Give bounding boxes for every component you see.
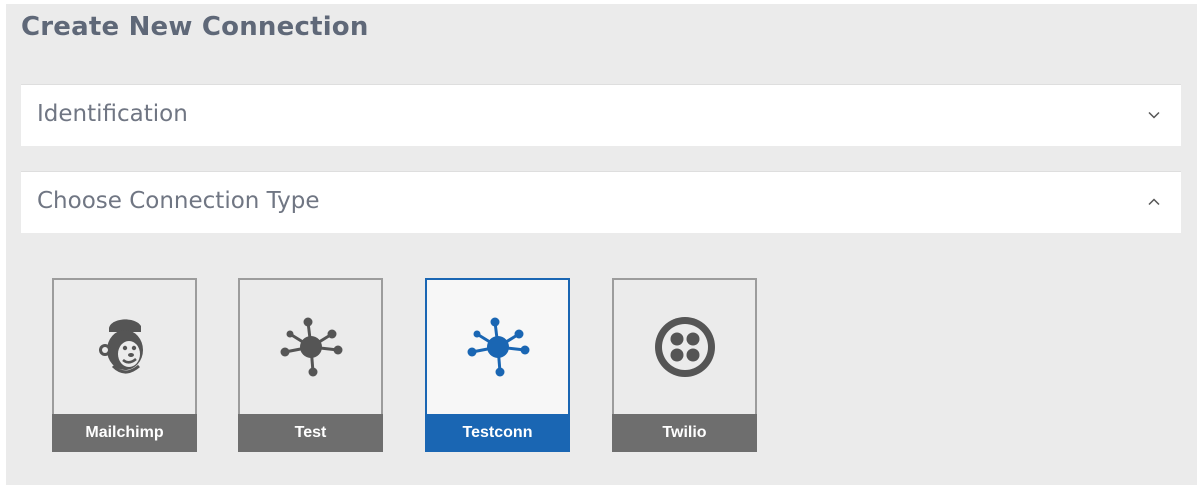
card-label-test: Test <box>238 414 383 452</box>
connection-card-mailchimp[interactable]: Mailchimp <box>52 278 197 452</box>
create-connection-panel: Create New Connection Identification Cho… <box>6 4 1197 485</box>
connection-card-test[interactable]: Test <box>238 278 383 452</box>
network-icon <box>467 317 529 377</box>
connection-card-testconn[interactable]: Testconn <box>425 278 570 452</box>
connection-type-section-title: Choose Connection Type <box>37 188 320 214</box>
card-label-mailchimp: Mailchimp <box>52 414 197 452</box>
card-label-twilio: Twilio <box>612 414 757 452</box>
identification-section-header[interactable]: Identification <box>21 84 1181 146</box>
connection-card-twilio[interactable]: Twilio <box>612 278 757 452</box>
network-icon <box>280 317 342 377</box>
chevron-up-icon[interactable] <box>1147 195 1161 209</box>
page-title: Create New Connection <box>21 12 369 42</box>
mailchimp-icon <box>98 319 143 374</box>
chevron-down-icon[interactable] <box>1147 108 1161 122</box>
identification-section-title: Identification <box>37 101 188 127</box>
connection-type-section-header[interactable]: Choose Connection Type <box>21 171 1181 233</box>
card-label-testconn: Testconn <box>425 414 570 452</box>
twilio-icon <box>654 317 715 377</box>
